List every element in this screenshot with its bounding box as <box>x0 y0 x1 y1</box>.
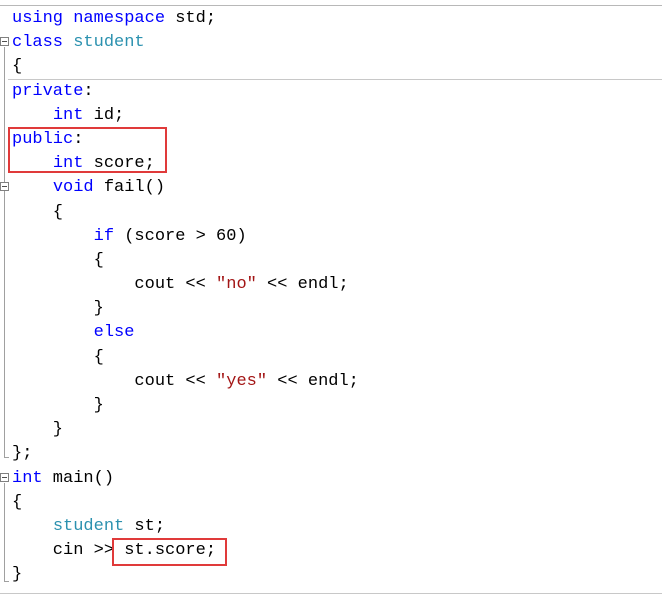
collapse-main-icon[interactable] <box>0 473 9 482</box>
code-line[interactable]: } <box>12 563 359 587</box>
highlight-st-score <box>112 538 227 566</box>
code-token: st; <box>124 516 166 536</box>
code-token: int <box>52 105 84 125</box>
code-token: else <box>93 323 135 343</box>
code-token: { <box>12 347 104 367</box>
code-token: { <box>12 57 23 77</box>
code-line[interactable]: class student <box>12 31 359 55</box>
code-line[interactable]: cout << "yes" << endl; <box>12 370 359 394</box>
code-token: student <box>52 516 125 536</box>
main-fold-end <box>4 581 9 582</box>
code-token: { <box>12 202 64 222</box>
code-token: { <box>12 492 23 512</box>
code-token: class <box>12 33 64 53</box>
code-token: (score > 60) <box>114 226 247 246</box>
code-token: : <box>83 81 94 101</box>
code-token: { <box>12 250 104 270</box>
highlight-public-score <box>8 127 167 173</box>
code-token: main() <box>42 468 115 488</box>
collapse-class-icon[interactable] <box>0 37 9 46</box>
code-token: cout << <box>12 371 217 391</box>
code-token: if <box>93 226 115 246</box>
code-token: << endl; <box>267 371 359 391</box>
code-editor[interactable]: using namespace std; class student{privat… <box>0 0 662 595</box>
code-token: std; <box>165 9 217 28</box>
code-line[interactable]: { <box>12 346 359 370</box>
code-token: using namespace <box>12 9 166 28</box>
code-line[interactable]: else <box>12 321 359 345</box>
editor-top-border <box>0 5 662 6</box>
code-token: void <box>52 178 94 198</box>
code-token: private <box>12 81 84 101</box>
code-token: } <box>12 565 23 585</box>
code-token: fail() <box>93 178 166 198</box>
main-fold-guide <box>4 483 5 581</box>
class-fold-guide <box>4 47 5 457</box>
code-line[interactable]: int id; <box>12 104 359 128</box>
code-line[interactable]: } <box>12 297 359 321</box>
class-fold-end <box>4 457 9 458</box>
code-line[interactable]: }; <box>12 442 359 466</box>
editor-bottom-border <box>0 593 662 594</box>
code-line[interactable]: private: <box>12 80 359 104</box>
code-line[interactable]: { <box>12 55 359 79</box>
code-token: id; <box>83 105 125 125</box>
code-token: student <box>73 33 145 53</box>
code-line[interactable]: { <box>12 491 359 515</box>
code-line[interactable]: int main() <box>12 467 359 491</box>
code-line[interactable]: if (score > 60) <box>12 225 359 249</box>
code-line[interactable]: using namespace std; <box>12 7 359 31</box>
code-token: int <box>12 468 43 488</box>
code-line[interactable]: void fail() <box>12 176 359 200</box>
code-token: "yes" <box>216 371 268 391</box>
code-token: "no" <box>216 275 257 295</box>
code-token: << endl; <box>256 275 349 295</box>
code-line[interactable]: cout << "no" << endl; <box>12 273 359 297</box>
code-token: } <box>12 420 64 440</box>
code-token: }; <box>12 444 33 464</box>
code-line[interactable]: } <box>12 394 359 418</box>
code-line[interactable]: { <box>12 201 359 225</box>
code-line[interactable]: { <box>12 249 359 273</box>
code-token: cout << <box>12 275 217 295</box>
code-token: } <box>12 396 104 415</box>
collapse-fail-icon[interactable] <box>0 182 9 191</box>
code-area[interactable]: using namespace std; class student{privat… <box>12 7 359 588</box>
code-token: } <box>12 299 104 319</box>
code-line[interactable]: } <box>12 418 359 442</box>
code-line[interactable]: student st; <box>12 515 359 539</box>
